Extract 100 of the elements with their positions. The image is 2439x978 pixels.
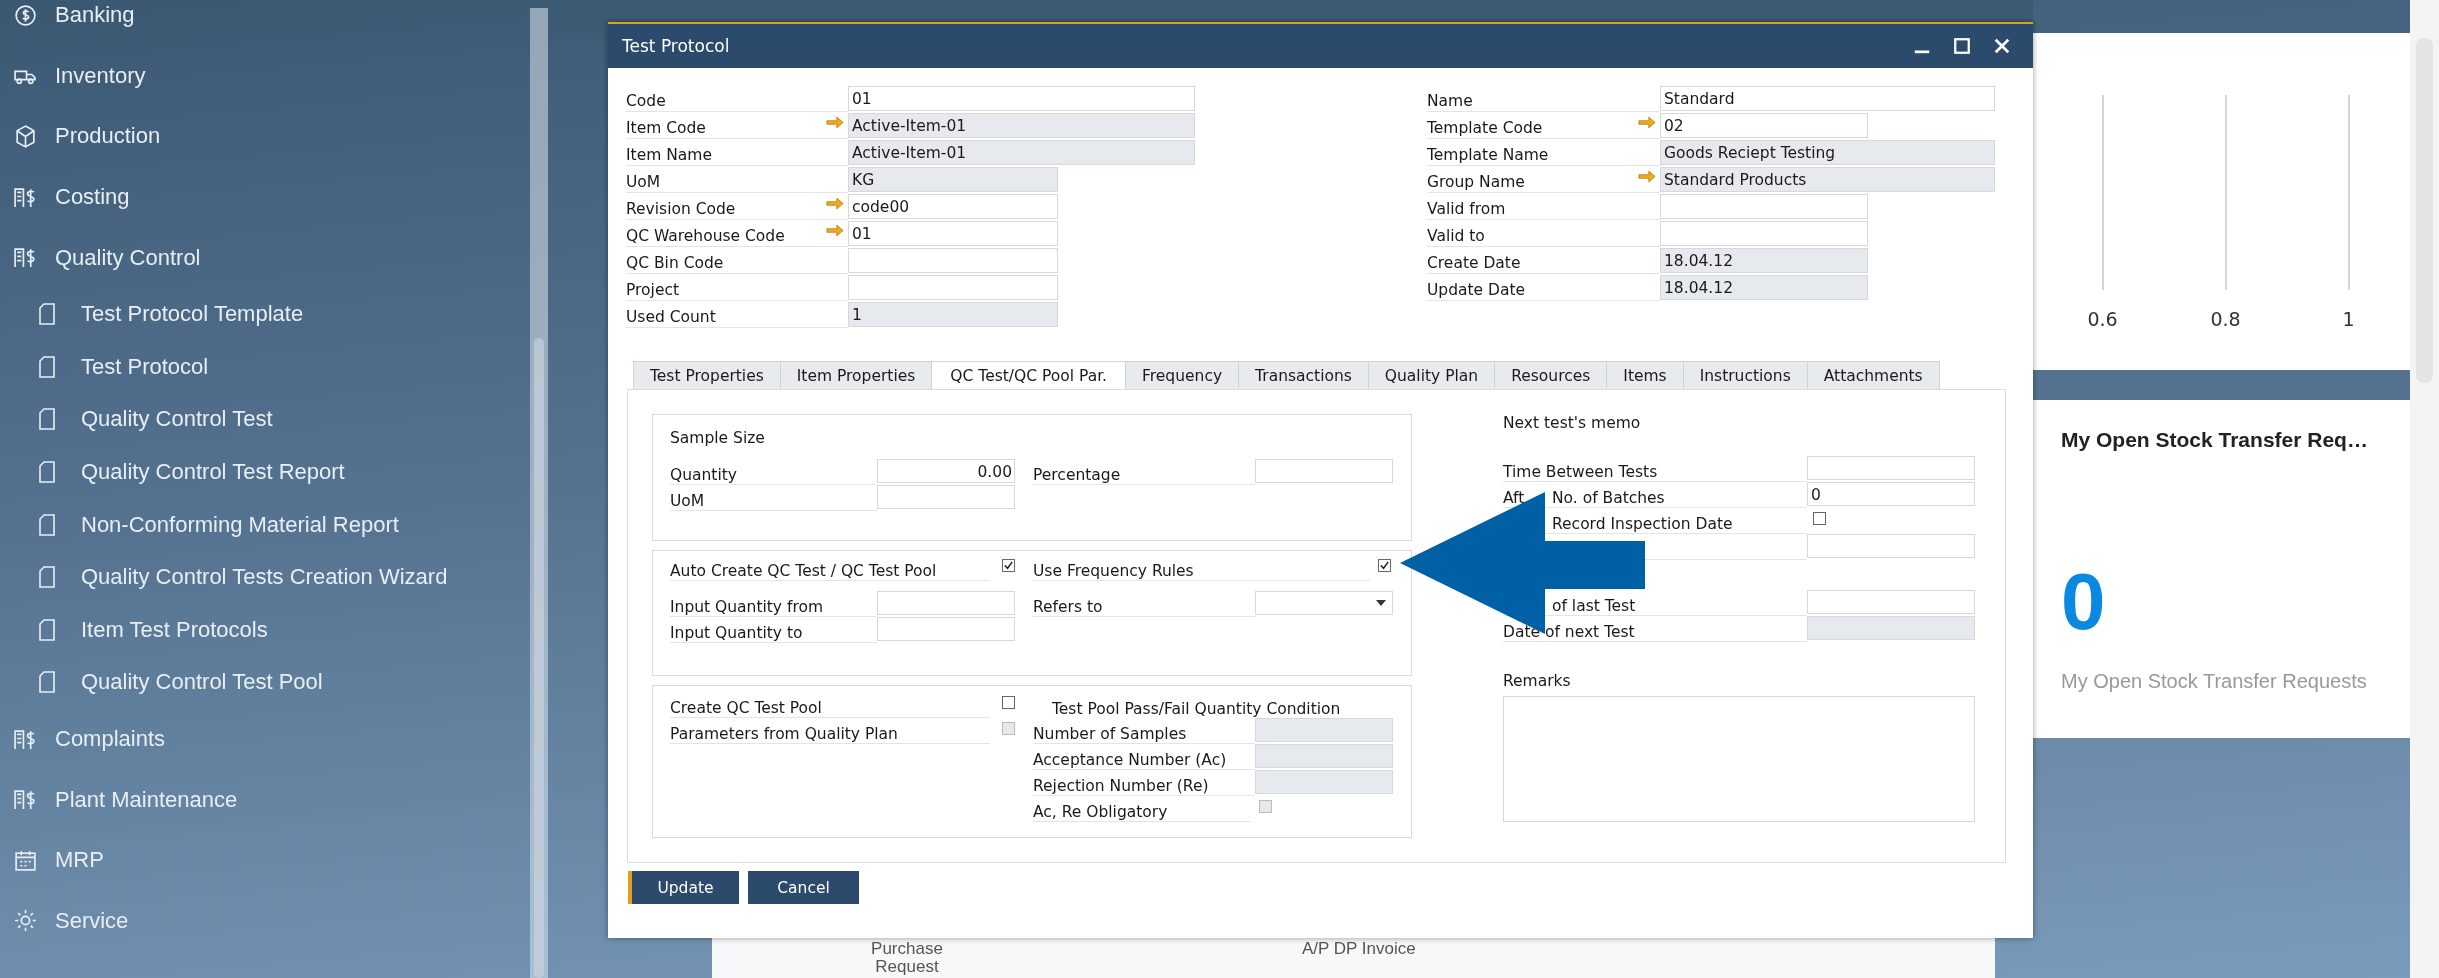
- tab[interactable]: Attachments: [1806, 361, 1940, 389]
- input-field[interactable]: Goods Reciept Testing: [1660, 140, 1995, 165]
- group-title: Sample Size: [670, 428, 766, 449]
- document-icon: [39, 671, 55, 694]
- document-icon: [39, 513, 55, 536]
- shortcut-link[interactable]: A/P DP Invoice: [1302, 940, 1416, 958]
- input-field[interactable]: [848, 275, 1058, 300]
- input-field[interactable]: Active-Item-01: [848, 140, 1195, 165]
- axis-label: 1: [2342, 308, 2355, 330]
- box-icon: [13, 124, 38, 149]
- input-field[interactable]: KG: [848, 167, 1058, 192]
- input-field[interactable]: [877, 617, 1015, 641]
- field-label: Used Count: [626, 301, 848, 328]
- input-field[interactable]: [1255, 744, 1393, 768]
- input-field[interactable]: 1: [848, 302, 1058, 327]
- input-field[interactable]: [1807, 534, 1975, 558]
- input-field[interactable]: [848, 248, 1058, 273]
- close-icon[interactable]: [1993, 37, 2011, 55]
- document-icon: [39, 461, 55, 484]
- link-arrow-icon[interactable]: [826, 224, 844, 237]
- link-arrow-icon[interactable]: [826, 116, 844, 129]
- sidebar-item[interactable]: Production: [0, 106, 530, 167]
- sidebar-subitem[interactable]: Quality Control Test Report: [0, 445, 530, 499]
- document-icon: [39, 618, 55, 641]
- remarks-textarea[interactable]: [1503, 696, 1975, 822]
- field-label: QC Bin Code: [626, 247, 848, 274]
- input-field[interactable]: [1255, 459, 1393, 483]
- link-arrow-icon[interactable]: [826, 197, 844, 210]
- input-field[interactable]: [877, 591, 1015, 615]
- axis-label: 0.6: [2087, 308, 2118, 330]
- input-field[interactable]: [877, 485, 1015, 509]
- sidebar-item[interactable]: Costing: [0, 166, 530, 228]
- sidebar-subitem[interactable]: Quality Control Test: [0, 393, 530, 446]
- sidebar-subitem[interactable]: Test Protocol: [0, 340, 530, 394]
- dropdown[interactable]: [1255, 591, 1393, 615]
- tab[interactable]: Test Properties: [633, 361, 781, 389]
- sidebar-subitem[interactable]: Quality Control Tests Creation Wizard: [0, 550, 530, 604]
- sidebar-item[interactable]: Complaints: [0, 708, 530, 770]
- sidebar-subitem[interactable]: Test Protocol Template: [0, 287, 530, 341]
- kpi-caption: My Open Stock Transfer Requests: [2061, 670, 2368, 693]
- input-field[interactable]: [1807, 616, 1975, 640]
- field-label: Refers to: [1033, 591, 1255, 617]
- field-label: Valid to: [1427, 220, 1660, 247]
- checkbox[interactable]: [1002, 559, 1015, 572]
- tab[interactable]: Instructions: [1682, 361, 1808, 389]
- input-field[interactable]: [1660, 194, 1868, 219]
- sidebar-item[interactable]: Quality Control: [0, 227, 530, 288]
- tab[interactable]: Frequency: [1125, 361, 1240, 389]
- sidebar-subitem[interactable]: Non-Conforming Material Report: [0, 498, 530, 551]
- field-label: Number of Samples: [1033, 718, 1255, 744]
- input-field[interactable]: 0: [1807, 482, 1975, 506]
- input-field[interactable]: 18.04.12: [1660, 275, 1868, 300]
- input-field[interactable]: Standard: [1660, 86, 1995, 111]
- input-field[interactable]: code00: [848, 194, 1058, 219]
- field-label: Record Inspection Date: [1552, 515, 1733, 533]
- input-field[interactable]: [1807, 590, 1975, 614]
- tab[interactable]: Quality Plan: [1367, 361, 1496, 389]
- link-arrow-icon[interactable]: [1638, 170, 1656, 183]
- input-field[interactable]: 01: [848, 221, 1058, 246]
- tab[interactable]: Transactions: [1238, 361, 1369, 389]
- scrollbar[interactable]: [530, 8, 548, 978]
- maximize-icon[interactable]: [1953, 37, 1971, 55]
- checkbox[interactable]: [1813, 512, 1826, 525]
- shortcut-link[interactable]: Purchase Request: [862, 940, 952, 976]
- sidebar-item[interactable]: Banking: [0, 0, 530, 46]
- checkbox-label: Use Frequency Rules: [1033, 555, 1370, 581]
- axis-label: 0.8: [2210, 308, 2241, 330]
- checkbox[interactable]: [1378, 559, 1391, 572]
- field-label: Percentage: [1033, 459, 1255, 485]
- input-field[interactable]: 18.04.12: [1660, 248, 1868, 273]
- input-field[interactable]: 01: [848, 86, 1195, 111]
- input-field[interactable]: [1807, 456, 1975, 480]
- field-label: Input Quantity to: [670, 617, 877, 643]
- update-button[interactable]: Update: [628, 871, 739, 904]
- input-field[interactable]: [1255, 718, 1393, 742]
- input-field[interactable]: [1660, 221, 1868, 246]
- tab[interactable]: Items: [1606, 361, 1684, 389]
- field-label: Code: [626, 85, 848, 112]
- tab[interactable]: Resources: [1494, 361, 1608, 389]
- checkbox-label: Auto Create QC Test / QC Test Pool: [670, 555, 990, 581]
- sidebar-item[interactable]: Inventory: [0, 45, 530, 107]
- input-field[interactable]: [1255, 770, 1393, 794]
- document-icon: [39, 566, 55, 589]
- cancel-button[interactable]: Cancel: [748, 871, 859, 904]
- input-field[interactable]: Active-Item-01: [848, 113, 1195, 138]
- field-label: UoM: [626, 166, 848, 193]
- field-label: Remarks: [1503, 672, 1572, 692]
- tab[interactable]: Item Properties: [779, 361, 933, 389]
- input-field[interactable]: Standard Products: [1660, 167, 1995, 192]
- checkbox[interactable]: [1002, 696, 1015, 709]
- input-field[interactable]: 02: [1660, 113, 1868, 138]
- input-field[interactable]: 0.00: [877, 459, 1015, 483]
- field-label: Create Date: [1427, 247, 1660, 274]
- sidebar-subitem[interactable]: Item Test Protocols: [0, 603, 530, 657]
- link-arrow-icon[interactable]: [1638, 116, 1656, 129]
- scrollbar[interactable]: [2410, 0, 2439, 978]
- field-label: No. of Batches: [1552, 489, 1665, 507]
- sidebar-subitem[interactable]: Quality Control Test Pool: [0, 656, 530, 709]
- field-label: Valid from: [1427, 193, 1660, 220]
- field-label: Template Name: [1427, 139, 1660, 166]
